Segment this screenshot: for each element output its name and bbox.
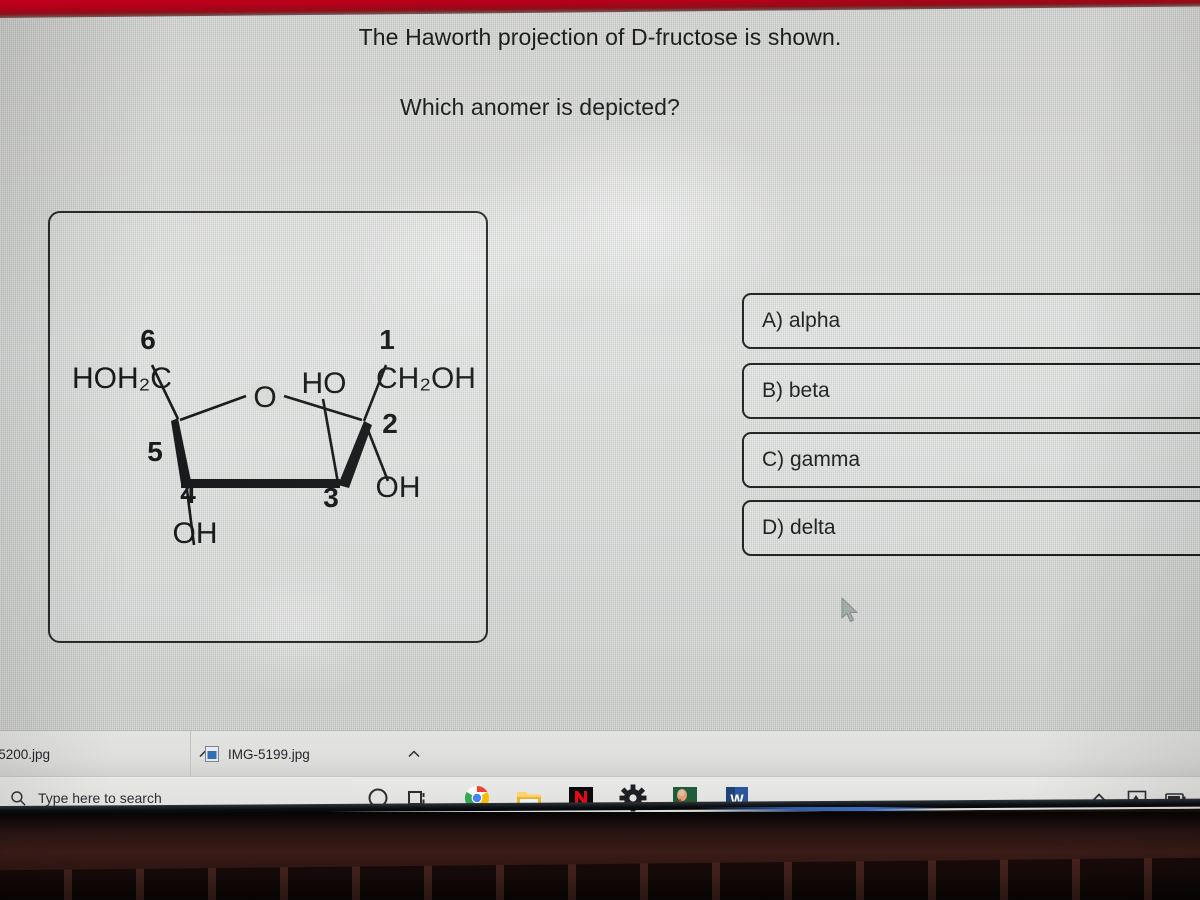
download-item-2-name: IMG-5199.jpg <box>228 746 310 762</box>
label-c2-number: 2 <box>382 408 398 439</box>
system-tray <box>1088 777 1194 816</box>
laptop-screen: The Haworth projection of D-fructose is … <box>0 0 1200 816</box>
screen-edge-highlight <box>700 807 940 811</box>
label-c4-oh: OH <box>173 517 218 550</box>
label-c3-ho: HO <box>302 367 347 400</box>
quiz-page: The Haworth projection of D-fructose is … <box>0 8 1200 730</box>
label-c6-number: 6 <box>140 324 156 355</box>
answer-option-b-label: B) beta <box>762 379 830 402</box>
label-c6-group: HOH₂C <box>72 362 172 395</box>
label-c2-oh: OH <box>376 471 421 504</box>
laptop-keyboard-base <box>0 812 1200 900</box>
question-line-1: The Haworth projection of D-fructose is … <box>358 24 842 50</box>
answer-option-c-label: C) gamma <box>762 448 861 471</box>
image-file-icon <box>205 746 219 762</box>
answer-option-a[interactable]: A) alpha <box>742 293 1200 349</box>
chevron-up-icon[interactable] <box>405 745 423 763</box>
search-icon <box>11 790 26 806</box>
answer-option-d-label: D) delta <box>762 516 836 539</box>
download-item-1[interactable]: MG-5200.jpg <box>0 731 186 777</box>
label-c4-number: 4 <box>180 478 196 509</box>
haworth-projection-diagram: O 6 HOH₂C 5 4 OH 3 HO 2 OH 1 CH₂OH <box>72 324 476 550</box>
label-c5-number: 5 <box>147 436 163 467</box>
answer-option-b[interactable]: B) beta <box>742 363 1200 419</box>
question-line-2: Which anomer is depicted? <box>400 94 680 120</box>
structure-image-box: O 6 HOH₂C 5 4 OH 3 HO 2 OH 1 CH₂OH <box>48 211 488 643</box>
label-ring-oxygen: O <box>253 381 276 414</box>
label-c1-number: 1 <box>379 324 395 355</box>
answer-option-d[interactable]: D) delta <box>742 500 1200 556</box>
download-item-2[interactable]: IMG-5199.jpg <box>190 731 435 777</box>
download-bar: MG-5200.jpg IMG-5199.jpg <box>0 730 1200 777</box>
mouse-pointer <box>841 597 858 623</box>
search-placeholder: Type here to search <box>38 790 162 806</box>
answer-option-c[interactable]: C) gamma <box>742 432 1200 488</box>
label-c1-group: CH₂OH <box>376 362 476 395</box>
answer-option-a-label: A) alpha <box>762 309 841 332</box>
download-item-1-name: MG-5200.jpg <box>0 746 51 762</box>
label-c3-number: 3 <box>323 482 339 513</box>
laptop-screen-photo: The Haworth projection of D-fructose is … <box>0 0 1200 900</box>
